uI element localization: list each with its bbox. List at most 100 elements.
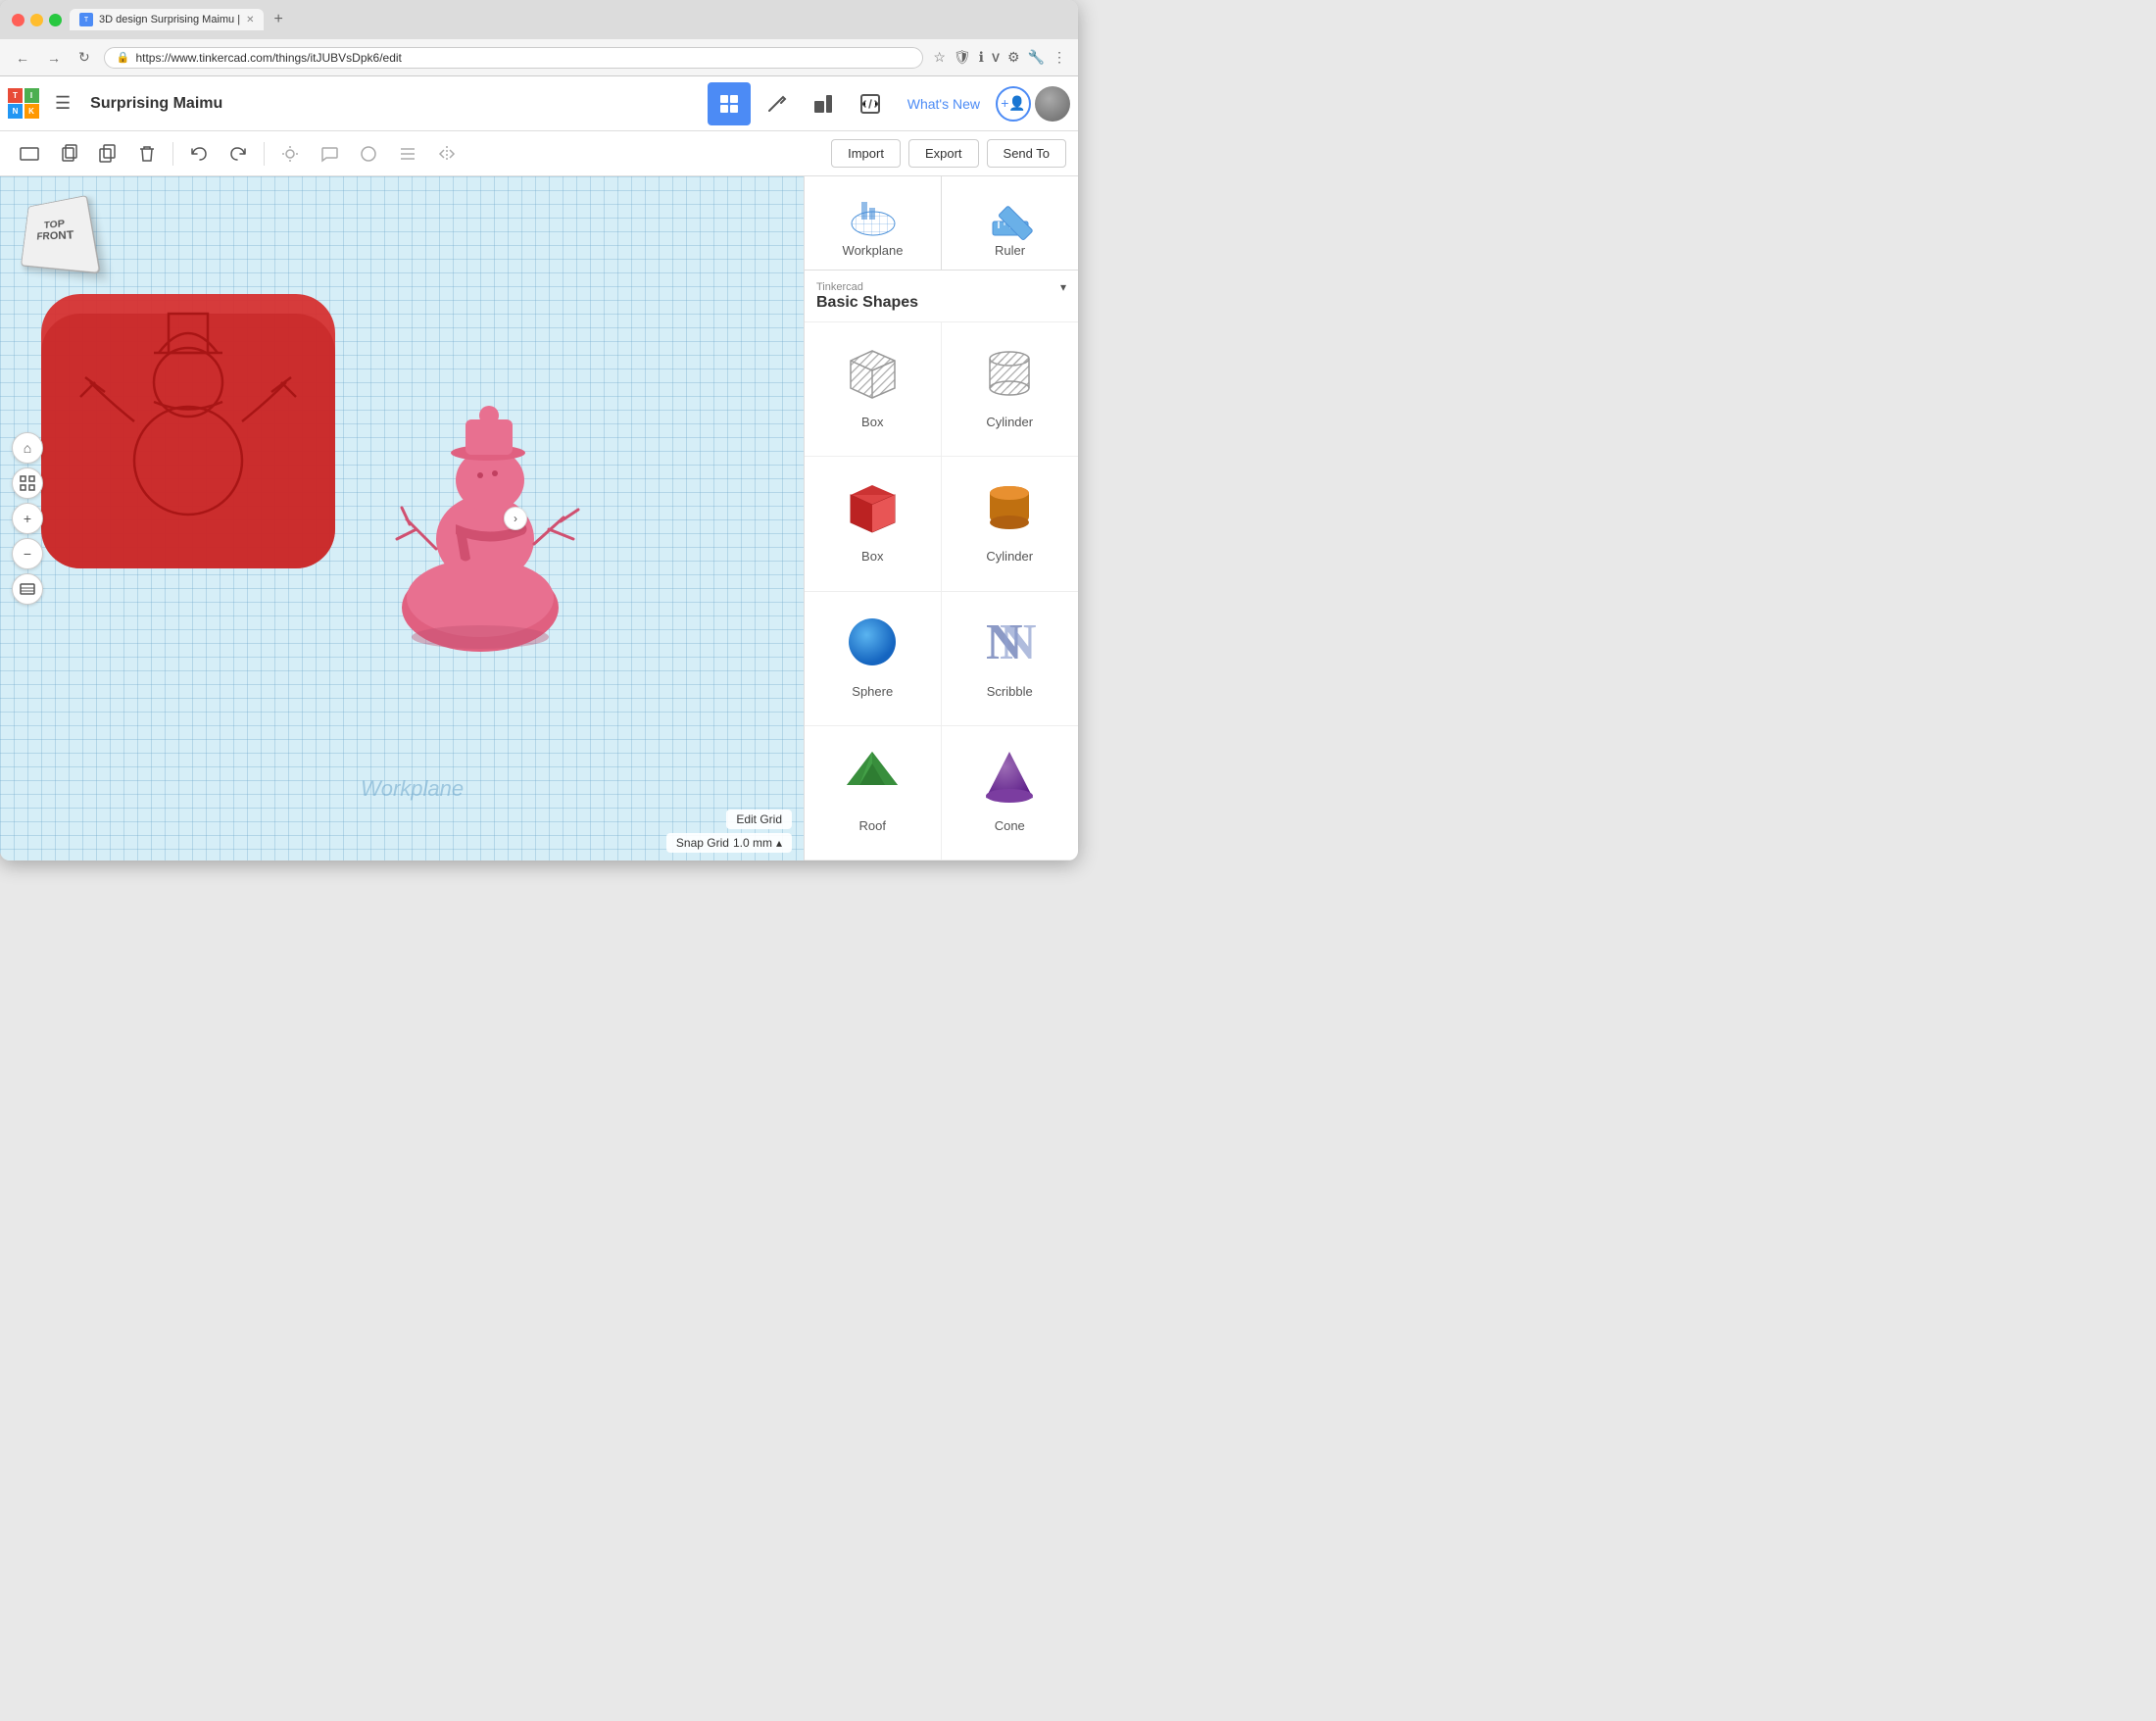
tinkercad-logo[interactable]: T I N K — [0, 76, 47, 130]
ruler-icon — [985, 192, 1036, 243]
delete-button[interactable] — [129, 136, 165, 172]
shape-roof-label: Roof — [859, 818, 886, 833]
camera-controls: ⌂ + − — [12, 432, 43, 605]
browser-window: T 3D design Surprising Maimu | ✕ + ← → ↻… — [0, 0, 1078, 860]
pink-snowman-object[interactable] — [372, 402, 598, 657]
layers-button[interactable] — [12, 573, 43, 605]
toolbar: Import Export Send To — [0, 131, 1078, 176]
shape-sphere-label: Sphere — [852, 684, 893, 699]
shape-cylinder-ghost[interactable]: Cylinder — [942, 322, 1079, 457]
shapes-category[interactable]: Tinkercad ▾ — [816, 280, 1066, 294]
duplicate-button[interactable] — [90, 136, 125, 172]
scribble-icon: N N — [975, 608, 1044, 676]
import-button[interactable]: Import — [831, 139, 901, 168]
workplane-label-text: Workplane — [843, 243, 904, 258]
right-panel: Workplane Ruler — [804, 176, 1078, 860]
view-cube[interactable]: TOP FRONT — [20, 196, 88, 265]
snap-grid-label: Snap Grid — [676, 836, 729, 850]
main-layout: TOP FRONT ⌂ + − Workplane Edit Gr — [0, 176, 1078, 860]
cone-icon — [975, 742, 1044, 811]
vpn-icon[interactable]: V — [992, 51, 1000, 65]
ruler-tool[interactable]: Ruler — [942, 176, 1078, 270]
toolbar-separator — [172, 142, 173, 166]
red-snowflake-object[interactable] — [31, 265, 365, 578]
panel-collapse-button[interactable]: › — [504, 507, 527, 530]
info-icon[interactable]: ℹ — [979, 49, 984, 66]
mirror-button[interactable] — [429, 136, 465, 172]
zoom-in-button[interactable]: + — [12, 503, 43, 534]
fit-view-button[interactable] — [12, 467, 43, 499]
export-button[interactable]: Export — [908, 139, 979, 168]
snap-grid-value: 1.0 mm — [733, 836, 772, 850]
settings-icon[interactable]: ⚙ — [1007, 49, 1020, 66]
svg-text:N: N — [1000, 615, 1037, 670]
shield-icon[interactable]: 🛡 — [954, 49, 971, 66]
shape-cone[interactable]: Cone — [942, 726, 1079, 860]
redo-button[interactable] — [220, 136, 256, 172]
shapes-button[interactable] — [802, 82, 845, 125]
extension-icon[interactable]: 🔧 — [1028, 49, 1045, 66]
canvas-objects — [0, 176, 804, 860]
align-button[interactable] — [390, 136, 425, 172]
add-user-button[interactable]: +👤 — [996, 86, 1031, 122]
circle-button[interactable] — [351, 136, 386, 172]
roof-icon — [838, 742, 906, 811]
snap-grid-up-icon[interactable]: ▴ — [776, 836, 782, 850]
shape-sphere[interactable]: Sphere — [805, 592, 942, 726]
refresh-button[interactable]: ↻ — [74, 47, 94, 68]
dropdown-arrow-icon[interactable]: ▾ — [1060, 280, 1066, 294]
code-button[interactable] — [849, 82, 892, 125]
app-header: T I N K ☰ Surprising Maimu — [0, 76, 1078, 131]
shape-cylinder-solid[interactable]: Cylinder — [942, 457, 1079, 591]
more-icon[interactable]: ⋮ — [1053, 49, 1066, 66]
shape-box-ghost[interactable]: Box — [805, 322, 942, 457]
shape-box-solid[interactable]: Box — [805, 457, 942, 591]
undo-button[interactable] — [181, 136, 217, 172]
close-button[interactable] — [12, 14, 24, 26]
user-area: +👤 — [988, 86, 1078, 122]
cylinder-solid-icon — [975, 472, 1044, 541]
light-button[interactable] — [272, 136, 308, 172]
view-cube-face: TOP FRONT — [21, 195, 101, 274]
minimize-button[interactable] — [30, 14, 43, 26]
tab-bar: T 3D design Surprising Maimu | ✕ + — [70, 9, 1066, 30]
shape-scribble[interactable]: N N Scribble — [942, 592, 1079, 726]
cylinder-ghost-icon — [975, 338, 1044, 407]
user-avatar[interactable] — [1035, 86, 1070, 122]
shapes-header: Tinkercad ▾ Basic Shapes — [805, 270, 1078, 322]
forward-button[interactable]: → — [43, 48, 65, 68]
project-title: Surprising Maimu — [78, 95, 708, 113]
workplane-icon — [848, 192, 899, 243]
home-view-button[interactable]: ⌂ — [12, 432, 43, 464]
send-to-button[interactable]: Send To — [987, 139, 1066, 168]
logo-k: K — [24, 104, 39, 119]
shape-roof[interactable]: Roof — [805, 726, 942, 860]
workplane-toolbar-button[interactable] — [12, 136, 47, 172]
comment-button[interactable] — [312, 136, 347, 172]
copy-button[interactable] — [51, 136, 86, 172]
snap-grid-control[interactable]: Snap Grid 1.0 mm ▴ — [666, 833, 792, 853]
grid-view-button[interactable] — [708, 82, 751, 125]
logo-t: T — [8, 88, 23, 103]
viewport[interactable]: TOP FRONT ⌂ + − Workplane Edit Gr — [0, 176, 804, 860]
box-ghost-icon — [838, 338, 906, 407]
list-view-button[interactable]: ☰ — [47, 93, 78, 114]
zoom-out-button[interactable]: − — [12, 538, 43, 569]
lock-icon: 🔒 — [117, 51, 130, 64]
whats-new-button[interactable]: What's New — [900, 96, 988, 112]
edit-grid-button[interactable]: Edit Grid — [726, 810, 792, 829]
shape-cylinder-solid-label: Cylinder — [986, 549, 1033, 564]
url-box[interactable]: 🔒 https://www.tinkercad.com/things/itJUB… — [104, 47, 924, 69]
pickaxe-button[interactable] — [755, 82, 798, 125]
star-icon[interactable]: ☆ — [933, 49, 946, 66]
ruler-label-text: Ruler — [995, 243, 1025, 258]
workplane-tool[interactable]: Workplane — [805, 176, 942, 270]
traffic-lights — [12, 14, 62, 26]
maximize-button[interactable] — [49, 14, 62, 26]
tab-favicon: T — [79, 13, 93, 26]
browser-tab[interactable]: T 3D design Surprising Maimu | ✕ — [70, 9, 264, 30]
new-tab-button[interactable]: + — [268, 9, 288, 30]
tab-close-button[interactable]: ✕ — [246, 15, 254, 25]
back-button[interactable]: ← — [12, 48, 33, 68]
grid-controls: Edit Grid Snap Grid 1.0 mm ▴ — [666, 810, 792, 853]
